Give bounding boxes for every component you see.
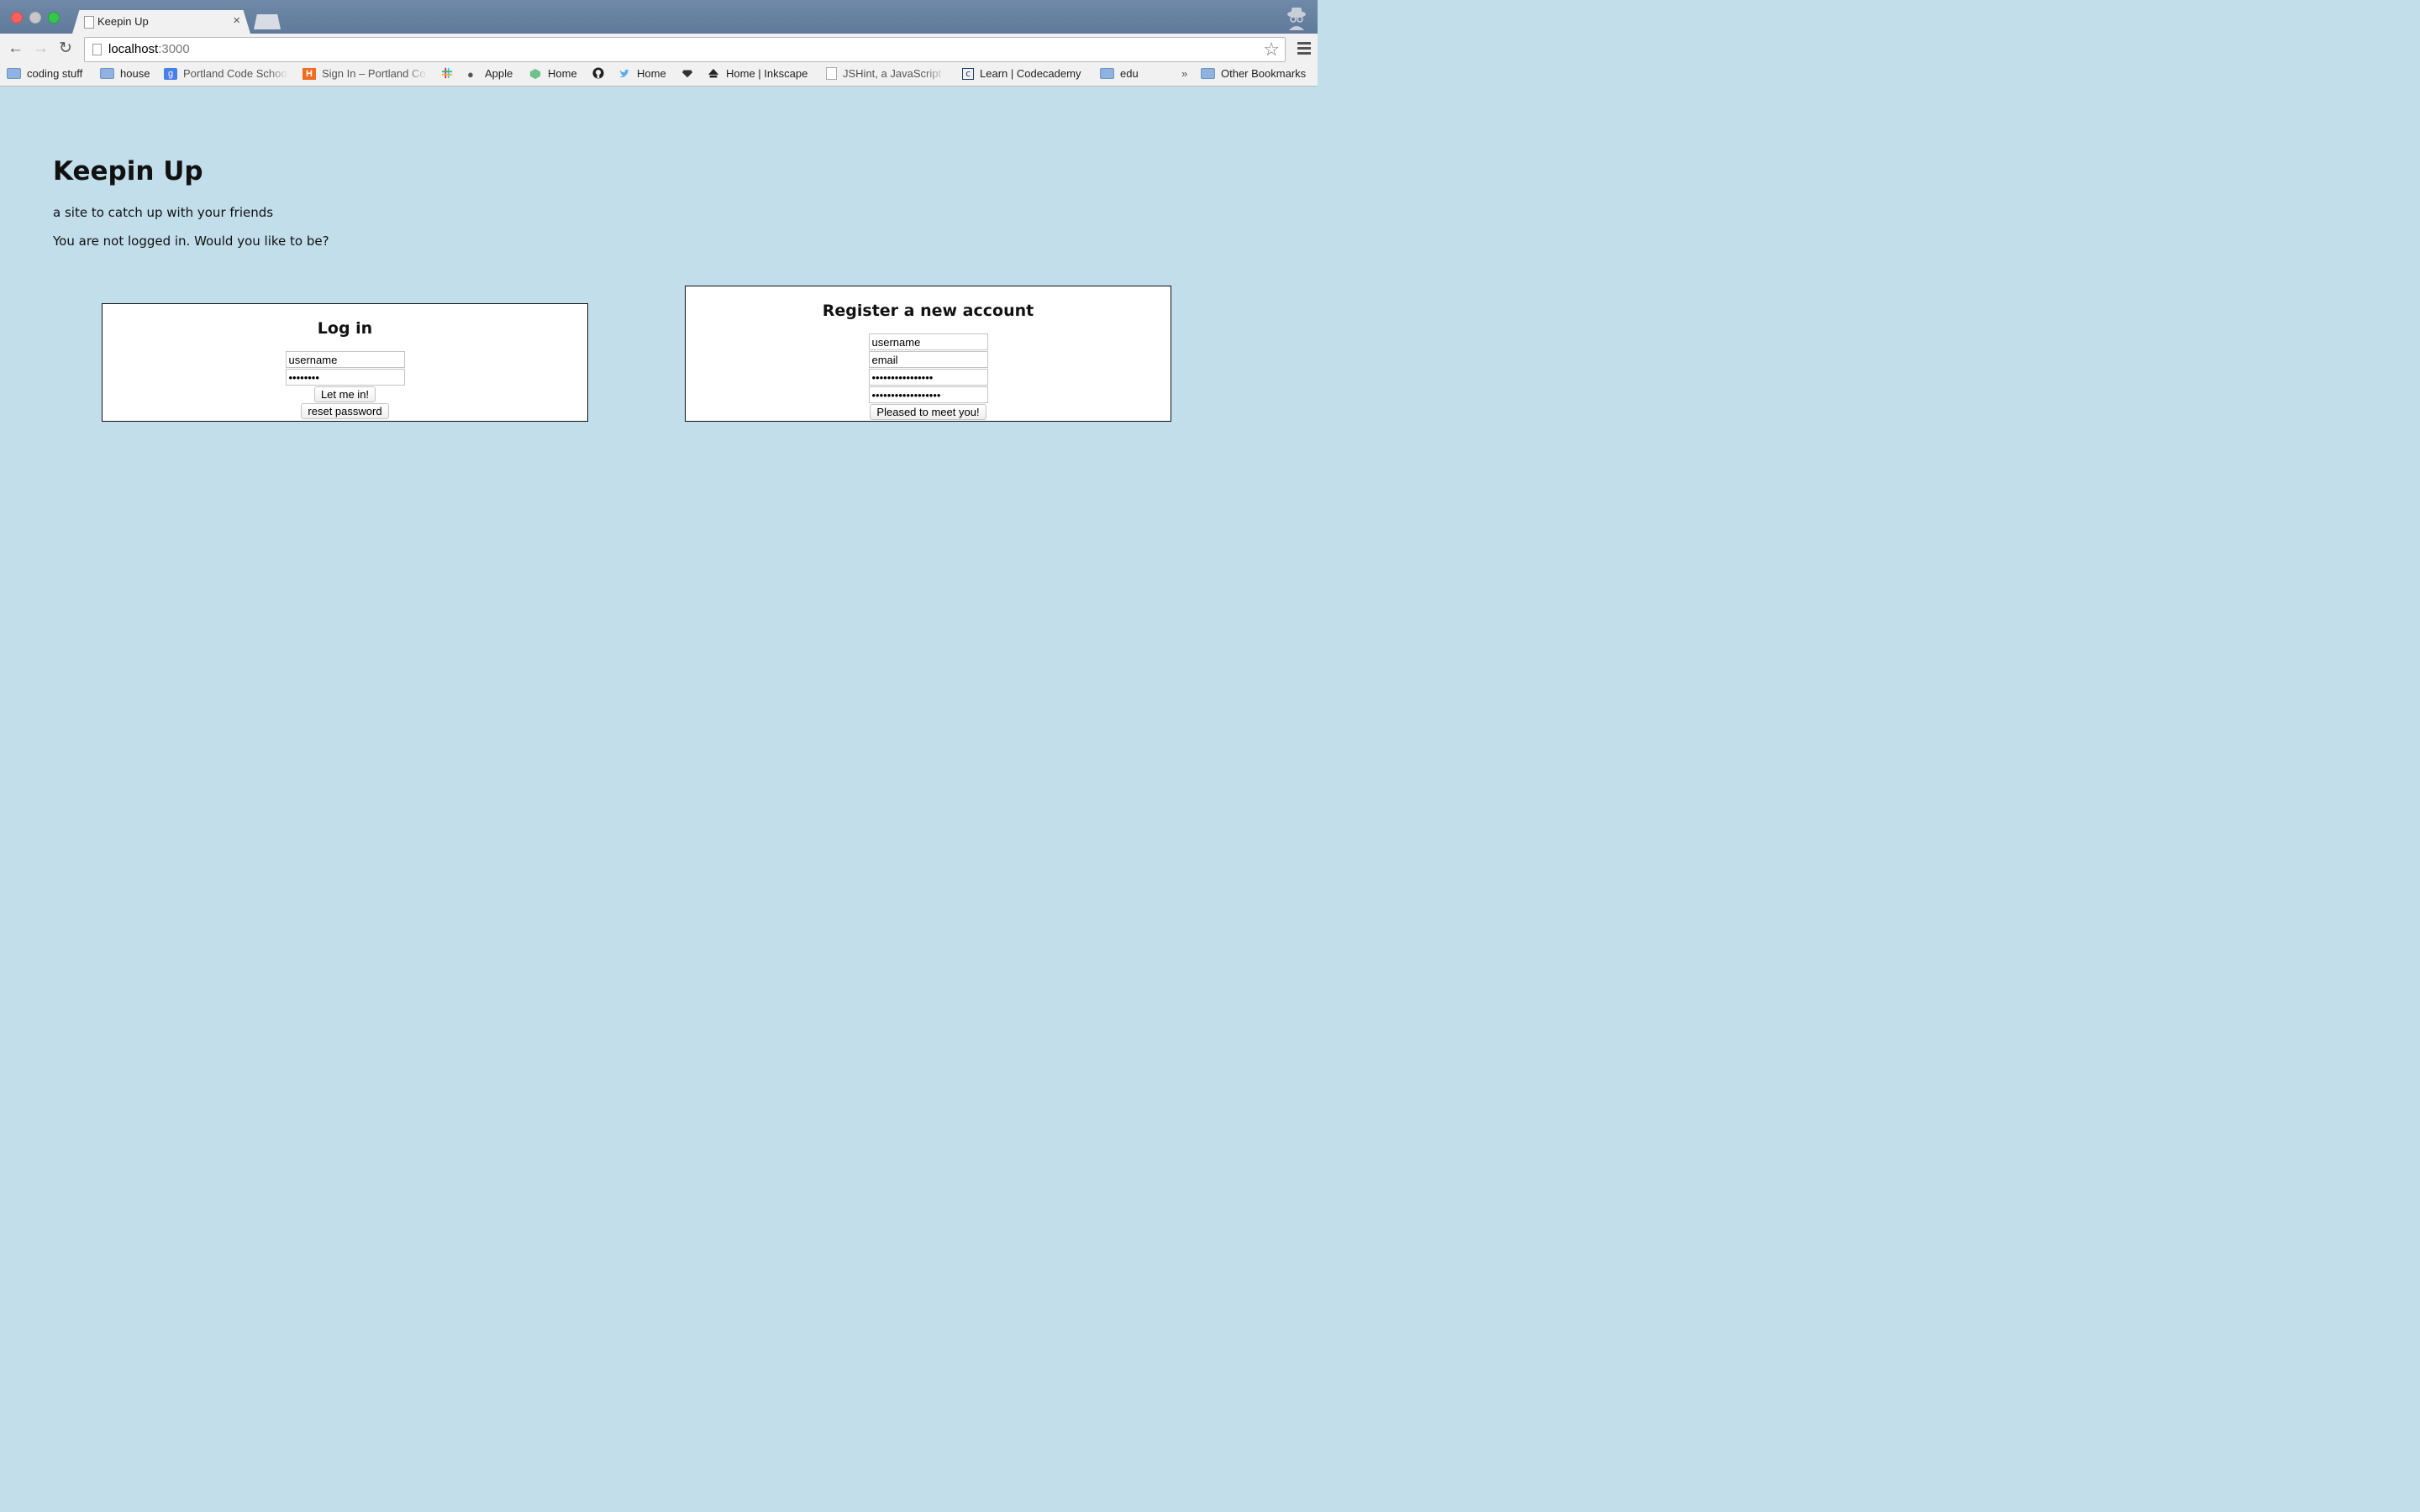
bookmark-sign-in-portland[interactable]: H Sign In – Portland Co — [302, 67, 428, 80]
folder-icon — [1201, 68, 1215, 79]
url-port: :3000 — [158, 42, 190, 56]
apple-icon: ● — [467, 67, 474, 81]
bookmark-house[interactable]: house — [100, 67, 150, 80]
reset-password-button[interactable]: reset password — [301, 403, 389, 419]
bookmark-label: coding stuff — [27, 67, 83, 80]
page-icon — [826, 67, 837, 80]
bookmark-home-twitter[interactable]: Home — [618, 67, 666, 80]
page-tagline: a site to catch up with your friends — [53, 205, 274, 220]
bookmark-label: Other Bookmarks — [1221, 67, 1307, 80]
bookmark-coding-stuff[interactable]: coding stuff — [7, 67, 82, 80]
bookmark-codecademy[interactable]: c Learn | Codecademy — [962, 67, 1081, 80]
bookmark-jshint[interactable]: JSHint, a JavaScript — [826, 67, 945, 80]
browser-titlebar: Keepin Up × — [0, 0, 1318, 34]
bookmark-label: JSHint, a JavaScript — [843, 67, 942, 80]
bookmark-github[interactable] — [592, 67, 611, 79]
twitter-icon — [618, 69, 630, 77]
login-username-input[interactable] — [285, 351, 405, 368]
bookmarks-bar: coding stuff house g Portland Code Schoo… — [0, 64, 1318, 87]
tab-title: Keepin Up — [97, 15, 149, 28]
incognito-icon — [1287, 8, 1306, 30]
folder-icon — [1100, 68, 1114, 79]
login-heading: Log in — [317, 319, 373, 338]
reload-icon[interactable]: ↻ — [59, 40, 72, 57]
h-logo-icon: H — [302, 67, 316, 80]
page-icon — [84, 16, 94, 29]
url-host: localhost — [108, 42, 159, 56]
bookmark-gem[interactable] — [681, 67, 700, 79]
bookmark-portland-code-school[interactable]: g Portland Code Schoo — [164, 67, 289, 80]
bookmark-home-1[interactable]: Home — [529, 67, 577, 80]
bookmark-label: Home | Inkscape — [726, 67, 808, 80]
google-icon: g — [164, 67, 177, 80]
register-confirm-password-input[interactable] — [868, 386, 988, 403]
bookmark-apple[interactable]: ● Apple — [467, 67, 513, 81]
address-bar[interactable]: localhost:3000 ☆ — [84, 37, 1286, 62]
gem-icon — [681, 70, 693, 78]
bookmark-other-bookmarks[interactable]: Other Bookmarks — [1201, 67, 1306, 80]
bookmark-star-icon[interactable]: ☆ — [1263, 39, 1280, 60]
minimize-window-button[interactable] — [29, 12, 41, 24]
close-window-button[interactable] — [11, 12, 23, 24]
back-arrow-icon[interactable]: ← — [8, 40, 24, 57]
forward-arrow-icon[interactable]: → — [33, 40, 49, 57]
register-heading: Register a new account — [822, 302, 1034, 320]
bookmark-inkscape[interactable]: Home | Inkscape — [707, 67, 808, 80]
inkscape-icon — [708, 68, 719, 77]
register-submit-button[interactable]: Pleased to meet you! — [870, 404, 986, 420]
codecademy-icon: c — [962, 67, 974, 80]
browser-toolbar: ← → ↻ localhost:3000 ☆ — [0, 34, 1318, 64]
folder-icon — [100, 68, 114, 79]
bookmark-label: Learn | Codecademy — [980, 67, 1081, 80]
bookmark-label: edu — [1120, 67, 1139, 80]
login-panel: Log in Let me in! reset password — [102, 303, 588, 422]
github-icon — [592, 67, 604, 79]
bookmark-slack[interactable] — [440, 67, 460, 79]
register-password-input[interactable] — [868, 369, 988, 386]
bookmark-label: Sign In – Portland Co — [322, 67, 426, 80]
login-password-input[interactable] — [285, 369, 405, 386]
browser-tab[interactable]: Keepin Up × — [72, 10, 250, 34]
bookmark-label: Apple — [485, 67, 513, 80]
tab-close-icon[interactable]: × — [233, 13, 240, 28]
bookmark-label: Home — [548, 67, 577, 80]
bookmark-label: Home — [637, 67, 666, 80]
slack-icon — [441, 67, 453, 79]
register-username-input[interactable] — [868, 333, 988, 350]
login-submit-button[interactable]: Let me in! — [313, 386, 376, 402]
zoom-window-button[interactable] — [48, 12, 60, 24]
new-tab-button[interactable] — [254, 14, 281, 29]
bookmarks-overflow-chevron[interactable]: » — [1181, 67, 1187, 80]
bookmark-label: house — [120, 67, 150, 80]
login-status-text: You are not logged in. Would you like to… — [53, 234, 329, 249]
bookmark-edu[interactable]: edu — [1100, 67, 1139, 80]
green-logo-icon — [529, 68, 541, 79]
url-text[interactable]: localhost:3000 — [108, 42, 190, 56]
page-title: Keepin Up — [53, 156, 203, 186]
hamburger-menu-icon[interactable] — [1297, 42, 1311, 57]
register-panel: Register a new account Pleased to meet y… — [685, 286, 1171, 422]
register-email-input[interactable] — [868, 351, 988, 368]
folder-icon — [7, 68, 21, 79]
bookmark-label: Portland Code Schoo — [183, 67, 287, 80]
page-icon — [92, 44, 102, 55]
